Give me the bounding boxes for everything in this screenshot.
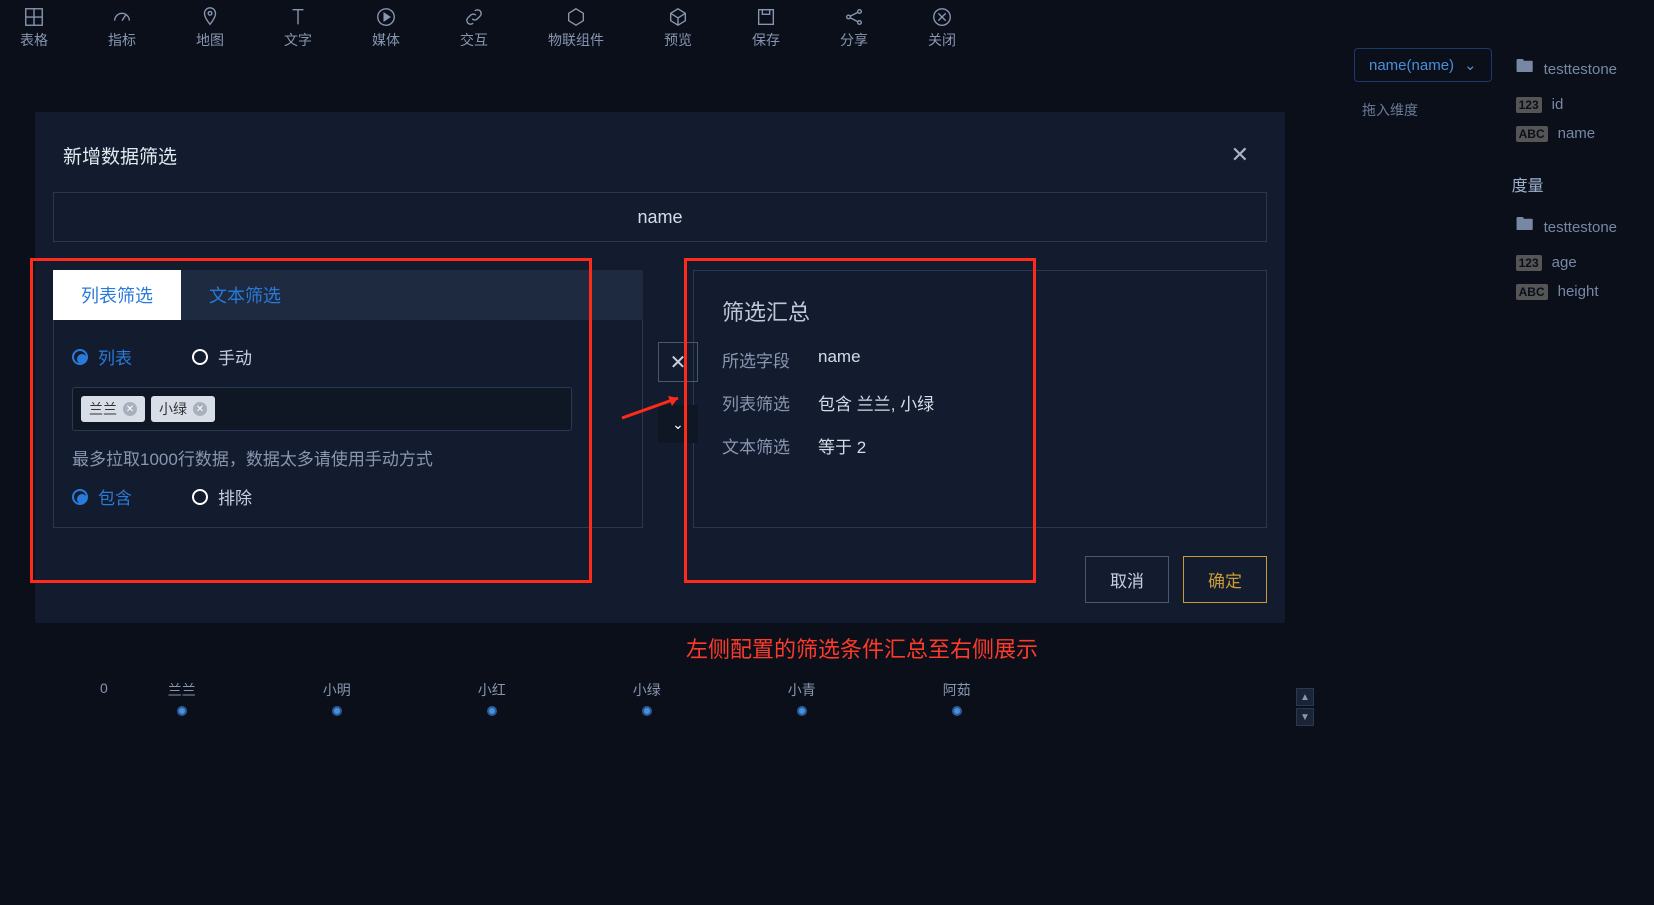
summary-row: 文本筛选 等于 2 [722, 433, 1238, 458]
summary-value: 包含 兰兰, 小绿 [818, 390, 934, 415]
toolbar-iot[interactable]: 物联组件 [548, 6, 604, 50]
radio-include[interactable]: 包含 [72, 484, 132, 509]
radio-dot-icon [72, 349, 88, 365]
tab-list-filter[interactable]: 列表筛选 [53, 270, 181, 320]
summary-value: 等于 2 [818, 433, 866, 458]
radio-dot-icon [192, 349, 208, 365]
toolbar-share[interactable]: 分享 [840, 6, 868, 50]
annotation-arrow-icon [618, 392, 688, 422]
filter-config-pane: 列表筛选 文本筛选 列表 手动 [53, 270, 643, 528]
tag-item[interactable]: 小绿 ✕ [151, 396, 215, 422]
tag-label: 兰兰 [89, 399, 117, 419]
tag-remove-icon[interactable]: ✕ [193, 402, 207, 416]
summary-title: 筛选汇总 [722, 295, 1238, 327]
tab-text-filter[interactable]: 文本筛选 [181, 270, 309, 320]
toolbar-close[interactable]: 关闭 [928, 6, 956, 50]
modal-title: 新增数据筛选 [63, 142, 177, 169]
toolbar-label: 交互 [460, 30, 488, 50]
summary-row: 所选字段 name [722, 347, 1238, 372]
radio-dot-icon [192, 489, 208, 505]
link-icon [463, 6, 485, 28]
toolbar-label: 地图 [196, 30, 224, 50]
summary-label: 所选字段 [722, 347, 798, 372]
toolbar-label: 物联组件 [548, 30, 604, 50]
annotation-text: 左侧配置的筛选条件汇总至右侧展示 [686, 632, 1038, 664]
summary-row: 列表筛选 包含 兰兰, 小绿 [722, 390, 1238, 415]
modal-overlay: 新增数据筛选 ✕ name 列表筛选 文本筛选 列表 [0, 60, 1654, 905]
table-icon [23, 6, 45, 28]
clear-button[interactable]: ✕ [658, 342, 698, 382]
text-icon [287, 6, 309, 28]
toolbar-label: 文字 [284, 30, 312, 50]
toolbar-label: 媒体 [372, 30, 400, 50]
row-limit-hint: 最多拉取1000行数据，数据太多请使用手动方式 [72, 445, 624, 470]
toolbar-preview[interactable]: 预览 [664, 6, 692, 50]
map-pin-icon [199, 6, 221, 28]
tag-label: 小绿 [159, 399, 187, 419]
radio-dot-icon [72, 489, 88, 505]
summary-label: 文本筛选 [722, 433, 798, 458]
selected-values-input[interactable]: 兰兰 ✕ 小绿 ✕ [72, 387, 572, 431]
close-circle-icon [931, 6, 953, 28]
summary-value: name [818, 347, 861, 372]
toolbar-label: 预览 [664, 30, 692, 50]
filter-summary-pane: 筛选汇总 所选字段 name 列表筛选 包含 兰兰, 小绿 文本筛选 等于 2 [693, 270, 1267, 528]
radio-label: 排除 [218, 484, 252, 509]
radio-list-mode[interactable]: 列表 [72, 344, 132, 369]
toolbar-media[interactable]: 媒体 [372, 6, 400, 50]
top-toolbar: 表格 指标 地图 文字 媒体 交互 物联组件 预览 保存 分享 关闭 [0, 0, 1654, 55]
share-icon [843, 6, 865, 28]
radio-exclude[interactable]: 排除 [192, 484, 252, 509]
cube-icon [667, 6, 689, 28]
toolbar-indicator[interactable]: 指标 [108, 6, 136, 50]
toolbar-label: 关闭 [928, 30, 956, 50]
toolbar-label: 指标 [108, 30, 136, 50]
toolbar-map[interactable]: 地图 [196, 6, 224, 50]
toolbar-label: 分享 [840, 30, 868, 50]
summary-label: 列表筛选 [722, 390, 798, 415]
play-icon [375, 6, 397, 28]
toolbar-interact[interactable]: 交互 [460, 6, 488, 50]
radio-label: 包含 [98, 484, 132, 509]
filter-field-display[interactable]: name [53, 192, 1267, 242]
save-icon [755, 6, 777, 28]
confirm-button[interactable]: 确定 [1183, 556, 1267, 603]
toolbar-text[interactable]: 文字 [284, 6, 312, 50]
gauge-icon [111, 6, 133, 28]
add-filter-modal: 新增数据筛选 ✕ name 列表筛选 文本筛选 列表 [35, 112, 1285, 623]
iot-icon [565, 6, 587, 28]
tag-item[interactable]: 兰兰 ✕ [81, 396, 145, 422]
radio-manual-mode[interactable]: 手动 [192, 344, 252, 369]
modal-close-button[interactable]: ✕ [1223, 138, 1257, 172]
filter-tabs: 列表筛选 文本筛选 [53, 270, 643, 320]
toolbar-save[interactable]: 保存 [752, 6, 780, 50]
toolbar-label: 表格 [20, 30, 48, 50]
cancel-button[interactable]: 取消 [1085, 556, 1169, 603]
radio-label: 列表 [98, 344, 132, 369]
toolbar-table[interactable]: 表格 [20, 6, 48, 50]
toolbar-label: 保存 [752, 30, 780, 50]
tag-remove-icon[interactable]: ✕ [123, 402, 137, 416]
radio-label: 手动 [218, 344, 252, 369]
